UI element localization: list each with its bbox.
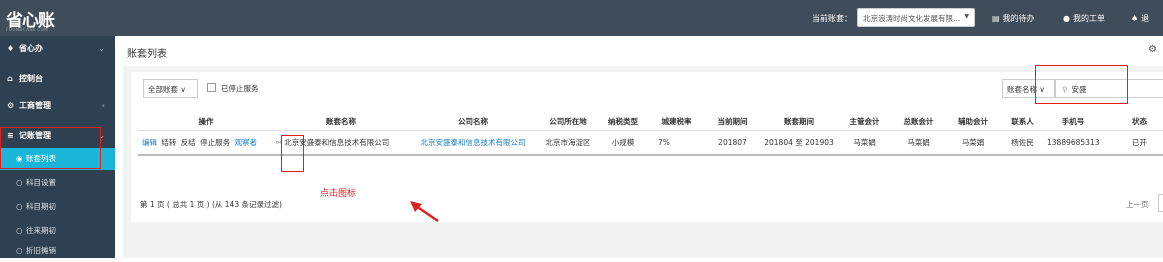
reverse-link[interactable]: 反结: [181, 138, 196, 147]
col-header[interactable]: 辅助会计: [946, 113, 1000, 131]
gear-icon[interactable]: ⚙: [1148, 44, 1157, 55]
col-header: 操作: [138, 113, 274, 131]
gear-icon: ⚙: [7, 101, 15, 110]
col-header[interactable]: 账套名称: [274, 113, 408, 131]
col-header[interactable]: 账套期间: [760, 113, 838, 131]
search-field-value: 账套名称: [1007, 85, 1037, 94]
nav-todo[interactable]: ▤ 我的待办: [992, 13, 1035, 24]
account-filter-select[interactable]: 全部账套 ∨: [143, 79, 198, 98]
general-accountant-cell: 马菜娟: [891, 129, 946, 156]
page-title: 账套列表: [127, 49, 167, 60]
stopped-label: 已停止服务: [221, 84, 259, 93]
phone-cell: 13889685313: [1045, 129, 1101, 156]
sidebar-item-business[interactable]: ⚙ 工商管理 ‹: [0, 93, 115, 119]
col-header[interactable]: 主管会计: [838, 113, 891, 131]
col-header[interactable]: 手机号: [1045, 113, 1101, 131]
nav-tickets[interactable]: ● 我的工单: [1063, 13, 1105, 24]
sidebar-sub-label: 折旧摊销: [26, 246, 56, 255]
bell-icon: ♠: [1131, 14, 1139, 23]
current-account-select[interactable]: 北京浪涛时尚文化发展有限... ▼: [857, 8, 975, 27]
home-icon: ⌂: [7, 74, 13, 83]
sidebar-sub-subjects[interactable]: ○ 科目设置: [0, 172, 115, 194]
ticket-icon: ●: [1063, 14, 1070, 23]
sidebar-sub-label: 科目设置: [26, 178, 56, 187]
circle-icon: ○: [16, 246, 23, 255]
sidebar-item-label: 控制台: [19, 74, 43, 83]
circle-icon: ○: [16, 226, 23, 235]
page-number-box[interactable]: [1158, 194, 1163, 212]
circle-icon: ○: [16, 178, 23, 187]
account-filter-value: 全部账套: [148, 85, 178, 94]
col-header[interactable]: 联系人: [1000, 113, 1045, 131]
table-header-row: 操作 账套名称 公司名称 公司所在地 纳税类型 城建税率 当前期间 账套期间 主…: [138, 113, 1163, 131]
highlight-box-sidebar: [0, 127, 101, 169]
pager-summary: 第 1 页 ( 总共 1 页 ) (从 143 条记录过滤): [140, 200, 282, 209]
col-header[interactable]: 城建税率: [648, 113, 705, 131]
assistant-accountant-cell: 马菜娟: [946, 129, 1000, 156]
highlight-box-search: [1035, 65, 1128, 104]
location-cell: 北京市海淀区: [538, 129, 598, 156]
ops-cell: 编辑 结转 反结 停止服务 观察者: [138, 129, 274, 156]
current-account-label: 当前账套：: [812, 14, 852, 23]
chevron-down-icon: ⌄: [98, 44, 105, 53]
company-name-cell: 北京安盛泰和信息技术有限公司: [408, 129, 538, 156]
carry-forward-link[interactable]: 结转: [161, 138, 176, 147]
highlight-box-icon: [281, 135, 304, 172]
nav-logout[interactable]: ♠ 退: [1131, 13, 1149, 24]
nav-todo-label: 我的待办: [1002, 14, 1035, 23]
stop-service-link[interactable]: 停止服务: [200, 138, 230, 147]
circle-icon: ○: [16, 202, 23, 211]
sidebar-sub-ar-opening[interactable]: ○ 往来期初: [0, 220, 115, 242]
tax-rate-cell: 7%: [648, 129, 705, 156]
sidebar-item-label: 省心办: [19, 44, 43, 53]
chevron-left-icon: ‹: [101, 101, 105, 110]
sidebar-item-shengxinban[interactable]: ♦ 省心办 ⌄: [0, 36, 115, 62]
sidebar-sub-label: 科目期初: [26, 202, 56, 211]
sidebar-sub-label: 往来期初: [26, 226, 56, 235]
contact-cell: 杨佐民: [1000, 129, 1045, 156]
current-account-value: 北京浪涛时尚文化发展有限...: [863, 14, 961, 23]
logo-sub: FOUNDCASE.COM: [6, 27, 49, 32]
current-period-cell: 201807: [705, 129, 760, 156]
col-header[interactable]: 状态: [1101, 113, 1163, 131]
edit-link[interactable]: 编辑: [142, 138, 157, 147]
observer-link[interactable]: 观察者: [235, 138, 258, 147]
sidebar-item-label: 工商管理: [19, 101, 51, 110]
sidebar-sub-opening[interactable]: ○ 科目期初: [0, 196, 115, 218]
top-bar: 省心账 FOUNDCASE.COM 当前账套： 北京浪涛时尚文化发展有限... …: [0, 0, 1163, 36]
sidebar-sub-depreciation[interactable]: ○ 折旧摊销: [0, 240, 115, 262]
diamond-icon: ♦: [7, 44, 15, 53]
logo: 省心账 FOUNDCASE.COM: [6, 3, 66, 33]
col-header[interactable]: 公司名称: [408, 113, 538, 131]
main-area: 账套列表 ⚙ 全部账套 ∨ 已停止服务 账套名称 ∨ ⚲ 安盛 操作 账套名称 公…: [115, 36, 1163, 258]
chief-accountant-cell: 马菜娟: [838, 129, 891, 156]
status-cell: 已开: [1101, 129, 1163, 156]
account-period-cell: 201804 至 201903: [760, 129, 838, 156]
annotation-text: 点击图标: [320, 189, 357, 199]
annotation-arrow-icon: [410, 201, 439, 223]
stopped-checkbox[interactable]: [207, 83, 216, 92]
list-icon: ▤: [992, 14, 1000, 23]
col-header[interactable]: 纳税类型: [598, 113, 648, 131]
col-header[interactable]: 公司所在地: [538, 113, 598, 131]
nav-tickets-label: 我的工单: [1072, 14, 1105, 23]
col-header[interactable]: 当前期间: [705, 113, 760, 131]
company-name-link[interactable]: 北京安盛泰和信息技术有限公司: [421, 138, 526, 147]
chevron-down-icon: ▼: [964, 13, 969, 20]
tax-type-cell: 小规模: [598, 129, 648, 156]
nav-logout-label: 退: [1141, 14, 1150, 23]
col-header[interactable]: 总账会计: [891, 113, 946, 131]
sidebar-item-console[interactable]: ⌂ 控制台: [0, 66, 115, 92]
prev-page-button[interactable]: 上一页: [1126, 199, 1149, 210]
